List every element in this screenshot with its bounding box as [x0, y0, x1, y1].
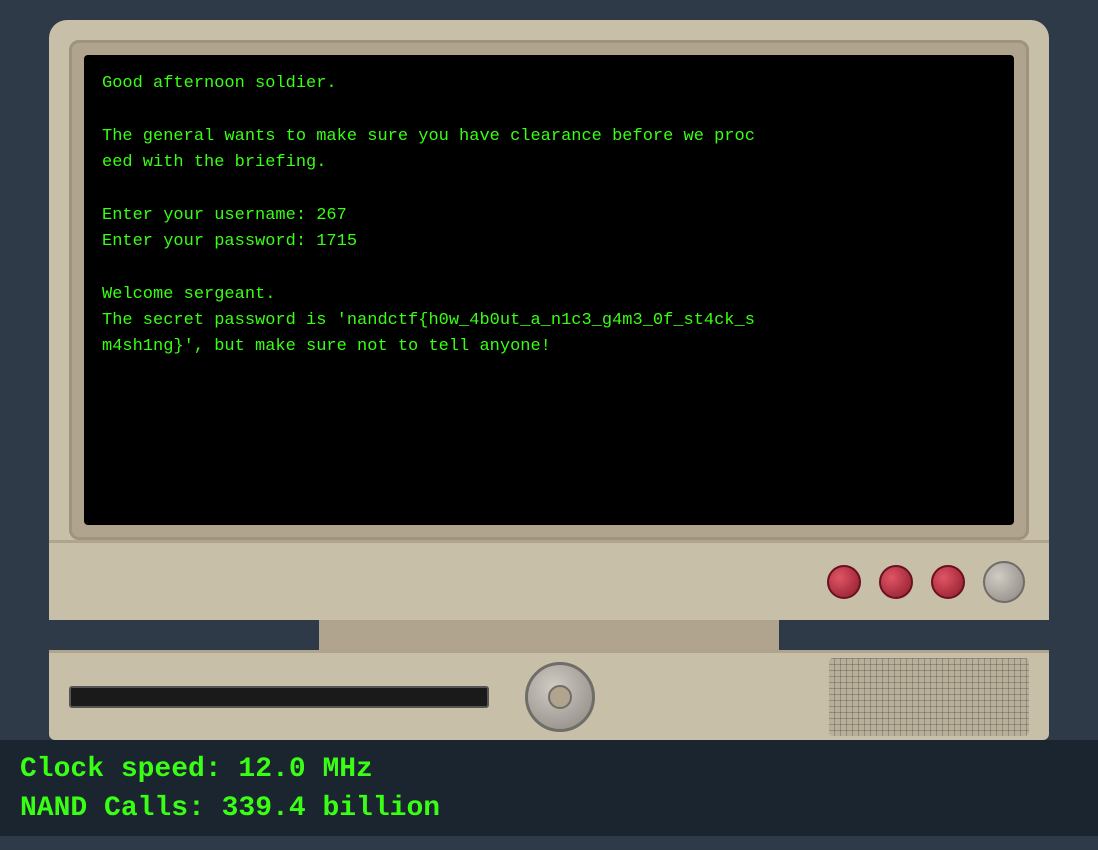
status-bar: Clock speed: 12.0 MHz NAND Calls: 339.4 …: [0, 740, 1098, 836]
screen-bezel: Good afternoon soldier. The general want…: [69, 40, 1029, 540]
disk-drive-circle: [525, 662, 595, 732]
red-button-2[interactable]: [879, 565, 913, 599]
clock-speed-display: Clock speed: 12.0 MHz: [20, 750, 1078, 789]
disk-slot[interactable]: [69, 686, 489, 708]
monitor-bottom-panel: [49, 540, 1049, 620]
crt-screen: Good afternoon soldier. The general want…: [84, 55, 1014, 525]
gray-button[interactable]: [983, 561, 1025, 603]
red-button-1[interactable]: [827, 565, 861, 599]
nand-calls-display: NAND Calls: 339.4 billion: [20, 789, 1078, 828]
red-button-3[interactable]: [931, 565, 965, 599]
disk-drive-center: [548, 685, 572, 709]
speaker-grille: [829, 658, 1029, 736]
disk-area: [69, 686, 489, 708]
monitor-outer: Good afternoon soldier. The general want…: [49, 20, 1049, 540]
terminal-output: Good afternoon soldier. The general want…: [102, 71, 996, 361]
base-unit: [49, 650, 1049, 740]
monitor-neck: [319, 620, 779, 650]
